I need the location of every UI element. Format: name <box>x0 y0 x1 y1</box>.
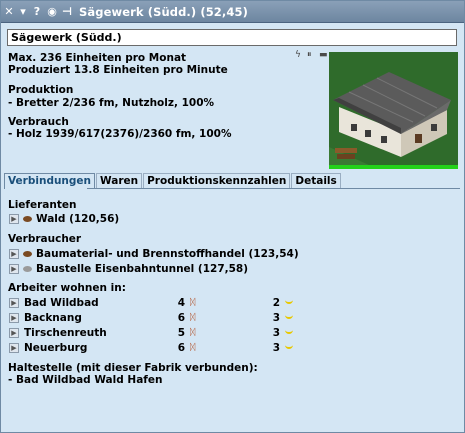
worker-count: 6 <box>177 312 185 324</box>
happy-icon <box>285 343 293 349</box>
goto-town-button[interactable]: ▶ <box>9 313 19 323</box>
production-heading: Produktion <box>8 84 74 96</box>
passenger-count: 2 <box>272 297 280 309</box>
passenger-count: 3 <box>272 327 280 339</box>
worker-count: 5 <box>177 327 185 339</box>
goto-consumer-button[interactable]: ▶ <box>9 264 19 274</box>
consumer-item: Baumaterial- und Brennstoffhandel (123,5… <box>36 248 299 260</box>
title-bar[interactable]: ✕ ▾ ? ◉ ⊣ Sägewerk (Südd.) (52,45) <box>1 1 464 23</box>
production-line: - Bretter 2/236 fm, Nutzholz, 100% <box>8 97 215 109</box>
goto-town-button[interactable]: ▶ <box>9 343 19 353</box>
suppliers-heading: Lieferanten <box>8 199 77 211</box>
workers-heading: Arbeiter wohnen in: <box>8 282 126 294</box>
tab-connections[interactable]: Verbindungen <box>4 173 96 189</box>
close-icon[interactable]: ✕ <box>3 4 15 20</box>
status-icons: ϟ ⏸ ▬ <box>295 51 328 60</box>
worker-icon: ᛞ <box>190 328 196 338</box>
eye-icon[interactable]: ◉ <box>45 4 59 20</box>
factory-image <box>329 52 458 169</box>
worker-icon: ᛞ <box>190 313 196 323</box>
minus-icon: ▬ <box>319 50 328 60</box>
sawmill-illustration <box>329 52 458 165</box>
happy-icon <box>285 313 293 319</box>
goto-town-button[interactable]: ▶ <box>9 328 19 338</box>
consumer-item: Baustelle Eisenbahntunnel (127,58) <box>36 263 249 275</box>
stops-heading: Haltestelle (mit dieser Fabrik verbunden… <box>8 362 258 374</box>
consumption-line: - Holz 1939/617(2376)/2360 fm, 100% <box>8 128 232 140</box>
passenger-count: 3 <box>272 342 280 354</box>
worker-count: 4 <box>177 297 185 309</box>
tab-production-stats[interactable]: Produktionskennzahlen <box>143 173 291 189</box>
tab-bar: Verbindungen Waren Produktionskennzahlen… <box>4 173 342 189</box>
menu-icon[interactable]: ▾ <box>17 4 29 20</box>
tab-goods[interactable]: Waren <box>96 173 143 189</box>
town-name: Tirschenreuth <box>24 327 107 339</box>
wood-icon <box>23 251 32 257</box>
pin-icon[interactable]: ⊣ <box>61 4 73 20</box>
stone-icon <box>23 266 32 272</box>
worker-icon: ᛞ <box>190 298 196 308</box>
town-name: Backnang <box>24 312 82 324</box>
production-rate-text: Produziert 13.8 Einheiten pro Minute <box>8 64 228 76</box>
stop-item: - Bad Wildbad Wald Hafen <box>8 374 163 386</box>
pause-icon: ⏸ <box>307 50 312 60</box>
goto-supplier-button[interactable]: ▶ <box>9 214 19 224</box>
capacity-text: Max. 236 Einheiten pro Monat <box>8 52 187 64</box>
worker-icon: ᛞ <box>190 343 196 353</box>
town-name: Neuerburg <box>24 342 88 354</box>
town-name: Bad Wildbad <box>24 297 99 309</box>
lightning-icon: ϟ <box>295 50 301 60</box>
goto-consumer-button[interactable]: ▶ <box>9 249 19 259</box>
help-icon[interactable]: ? <box>31 4 43 20</box>
window-title: Sägewerk (Südd.) (52,45) <box>79 4 248 19</box>
tab-details[interactable]: Details <box>291 173 341 189</box>
supplier-item: Wald (120,56) <box>36 213 120 225</box>
consumers-heading: Verbraucher <box>8 233 82 245</box>
happy-icon <box>285 298 293 304</box>
consumption-heading: Verbrauch <box>8 116 69 128</box>
worker-count: 6 <box>177 342 185 354</box>
happy-icon <box>285 328 293 334</box>
factory-name-input[interactable] <box>7 29 457 46</box>
wood-icon <box>23 216 32 222</box>
passenger-count: 3 <box>272 312 280 324</box>
factory-window: ✕ ▾ ? ◉ ⊣ Sägewerk (Südd.) (52,45) Max. … <box>0 0 465 433</box>
goto-town-button[interactable]: ▶ <box>9 298 19 308</box>
